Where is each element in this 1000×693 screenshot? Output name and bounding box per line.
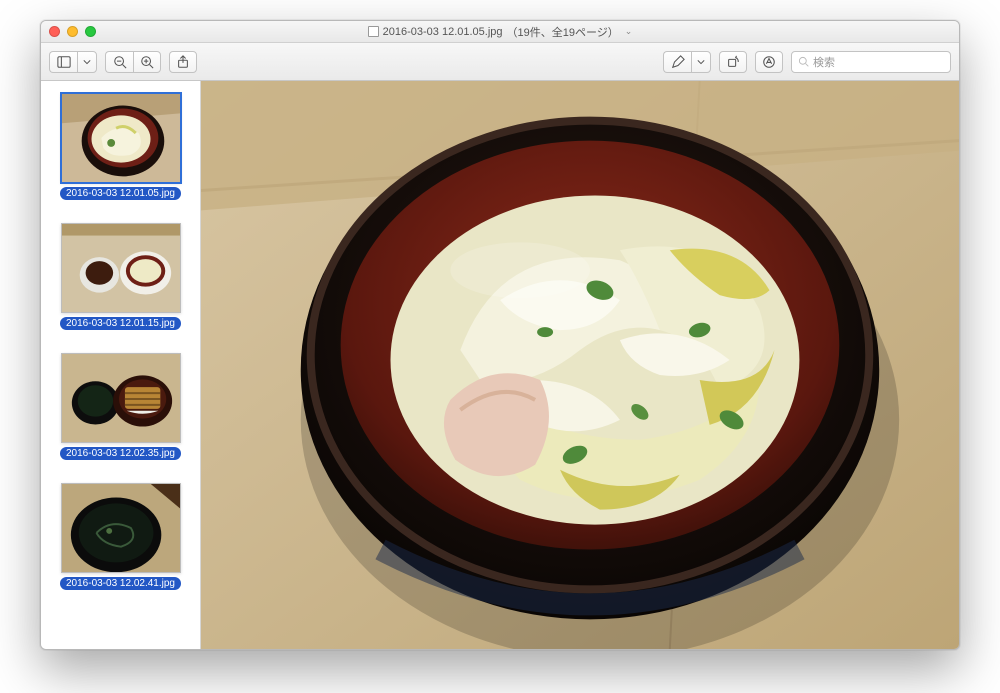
file-icon (368, 26, 379, 37)
zoom-group (105, 51, 161, 73)
thumbnail-sidebar[interactable]: 2016-03-03 12.01.05.jpg 2016-03-03 12.01… (41, 81, 201, 649)
markup-icon (762, 55, 776, 69)
thumbnail-label: 2016-03-03 12.01.05.jpg (60, 187, 181, 200)
search-field[interactable]: 検索 (791, 51, 951, 73)
chevron-down-icon (697, 58, 705, 66)
minimize-window-button[interactable] (67, 26, 78, 37)
thumbnail-item[interactable]: 2016-03-03 12.02.41.jpg (49, 483, 192, 595)
search-icon (798, 56, 809, 67)
fullscreen-window-button[interactable] (85, 26, 96, 37)
main-viewer[interactable] (201, 81, 959, 649)
zoom-out-icon (113, 55, 127, 69)
window-controls (41, 26, 96, 37)
zoom-in-button[interactable] (133, 51, 161, 73)
rotate-button[interactable] (719, 51, 747, 73)
sidebar-icon (57, 55, 71, 69)
thumbnail-image (61, 93, 181, 183)
share-icon (176, 55, 190, 69)
thumbnail-image (61, 223, 181, 313)
search-placeholder: 検索 (813, 54, 835, 70)
main-image (201, 81, 959, 649)
chevron-down-icon[interactable]: ⌄ (625, 26, 633, 37)
view-mode-group (49, 51, 97, 73)
thumbnail-image (61, 483, 181, 573)
thumbnail-image (61, 353, 181, 443)
markup-button[interactable] (755, 51, 783, 73)
toolbar: 検索 (41, 43, 959, 81)
preview-window: 2016-03-03 12.01.05.jpg （19件、全19ページ） ⌄ (40, 20, 960, 650)
edit-dropdown-button[interactable] (691, 51, 711, 73)
title-meta: （19件、全19ページ） (507, 24, 619, 40)
title-filename: 2016-03-03 12.01.05.jpg (383, 26, 503, 38)
share-button[interactable] (169, 51, 197, 73)
edit-button[interactable] (663, 51, 691, 73)
view-dropdown-button[interactable] (77, 51, 97, 73)
chevron-down-icon (83, 58, 91, 66)
sidebar-toggle-button[interactable] (49, 51, 77, 73)
thumbnail-item[interactable]: 2016-03-03 12.01.15.jpg (49, 223, 192, 335)
rotate-icon (726, 55, 740, 69)
window-title: 2016-03-03 12.01.05.jpg （19件、全19ページ） ⌄ (41, 24, 959, 40)
zoom-out-button[interactable] (105, 51, 133, 73)
pencil-icon (671, 55, 685, 69)
close-window-button[interactable] (49, 26, 60, 37)
thumbnail-label: 2016-03-03 12.02.41.jpg (60, 577, 181, 590)
thumbnail-label: 2016-03-03 12.02.35.jpg (60, 447, 181, 460)
content-area: 2016-03-03 12.01.05.jpg 2016-03-03 12.01… (41, 81, 959, 649)
titlebar: 2016-03-03 12.01.05.jpg （19件、全19ページ） ⌄ (41, 21, 959, 43)
thumbnail-label: 2016-03-03 12.01.15.jpg (60, 317, 181, 330)
zoom-in-icon (140, 55, 154, 69)
thumbnail-item[interactable]: 2016-03-03 12.01.05.jpg (49, 93, 192, 205)
thumbnail-item[interactable]: 2016-03-03 12.02.35.jpg (49, 353, 192, 465)
edit-group (663, 51, 711, 73)
